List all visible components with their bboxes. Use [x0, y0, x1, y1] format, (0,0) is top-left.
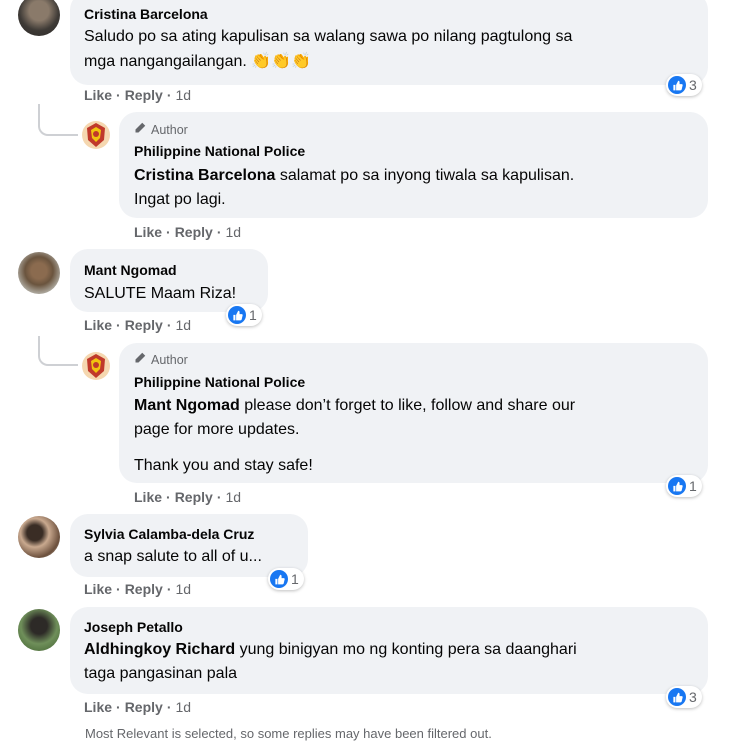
like-button[interactable]: Like [134, 489, 162, 505]
comment-text: Saludo po sa ating kapulisan sa walang s… [84, 28, 573, 45]
reply-text: Cristina Barcelona salamat po sa inyong … [134, 167, 575, 184]
reaction-count[interactable]: 3 [666, 686, 702, 708]
filter-notice: Most Relevant is selected, so some repli… [85, 726, 492, 741]
reaction-count[interactable]: 1 [226, 304, 262, 326]
author-badge: Author [134, 122, 188, 137]
reaction-count[interactable]: 1 [268, 568, 304, 590]
pnp-logo-avatar[interactable] [81, 120, 111, 150]
comment-text: a snap salute to all of u... [84, 548, 262, 565]
reply-text: Mant Ngomad please don’t forget to like,… [134, 397, 576, 414]
timestamp[interactable]: 1d [225, 224, 241, 240]
like-reaction-icon [270, 570, 288, 588]
like-button[interactable]: Like [84, 581, 112, 597]
mention-link[interactable]: Aldhingkoy Richard [84, 641, 235, 658]
reply-button[interactable]: Reply [125, 87, 163, 103]
reply-author-name[interactable]: Philippine National Police [134, 143, 305, 159]
comment-text: mga nangangailangan. 👏👏👏 [84, 50, 311, 74]
comment-author-name[interactable]: Sylvia Calamba-dela Cruz [84, 526, 254, 542]
reply-author-name[interactable]: Philippine National Police [134, 374, 305, 390]
reply-button[interactable]: Reply [125, 317, 163, 333]
reply-button[interactable]: Reply [175, 224, 213, 240]
reply-actions: Like · Reply · 1d [134, 224, 242, 240]
reply-button[interactable]: Reply [125, 581, 163, 597]
comment-text: SALUTE Maam Riza! [84, 285, 237, 302]
reply-text: Thank you and stay safe! [134, 457, 313, 474]
comment-text: Aldhingkoy Richard yung binigyan mo ng k… [84, 641, 577, 658]
comment-actions: Like · Reply · 1d [84, 699, 192, 715]
thread-connector [38, 336, 78, 366]
reply-actions: Like · Reply · 1d [134, 489, 242, 505]
comment-actions: Like · Reply · 1d [84, 87, 192, 103]
avatar[interactable] [18, 609, 60, 651]
mention-link[interactable]: Cristina Barcelona [134, 167, 275, 184]
like-reaction-icon [668, 688, 686, 706]
comment-actions: Like · Reply · 1d [84, 581, 192, 597]
reply-text: page for more updates. [134, 421, 300, 438]
reply-button[interactable]: Reply [125, 699, 163, 715]
clapping-hands-icon: 👏👏👏 [251, 53, 312, 70]
timestamp[interactable]: 1d [175, 87, 191, 103]
timestamp[interactable]: 1d [175, 699, 191, 715]
reaction-count[interactable]: 1 [666, 475, 702, 497]
like-reaction-icon [668, 76, 686, 94]
comment-author-name[interactable]: Joseph Petallo [84, 619, 183, 635]
reaction-count[interactable]: 3 [666, 74, 702, 96]
pnp-logo-avatar[interactable] [81, 351, 111, 381]
comment-actions: Like · Reply · 1d [84, 317, 192, 333]
thread-connector [38, 104, 78, 136]
like-reaction-icon [228, 306, 246, 324]
comment-author-name[interactable]: Cristina Barcelona [84, 6, 208, 22]
timestamp[interactable]: 1d [175, 581, 191, 597]
avatar[interactable] [18, 252, 60, 294]
comment-text: taga pangasinan pala [84, 665, 238, 682]
reply-button[interactable]: Reply [175, 489, 213, 505]
comment-author-name[interactable]: Mant Ngomad [84, 262, 177, 278]
pencil-icon [134, 122, 148, 137]
like-button[interactable]: Like [134, 224, 162, 240]
author-badge: Author [134, 352, 188, 367]
timestamp[interactable]: 1d [225, 489, 241, 505]
like-button[interactable]: Like [84, 699, 112, 715]
like-button[interactable]: Like [84, 87, 112, 103]
mention-link[interactable]: Mant Ngomad [134, 397, 240, 414]
pencil-icon [134, 352, 148, 367]
like-button[interactable]: Like [84, 317, 112, 333]
timestamp[interactable]: 1d [175, 317, 191, 333]
avatar[interactable] [18, 0, 60, 36]
reply-text: Ingat po lagi. [134, 191, 226, 208]
avatar[interactable] [18, 516, 60, 558]
like-reaction-icon [668, 477, 686, 495]
